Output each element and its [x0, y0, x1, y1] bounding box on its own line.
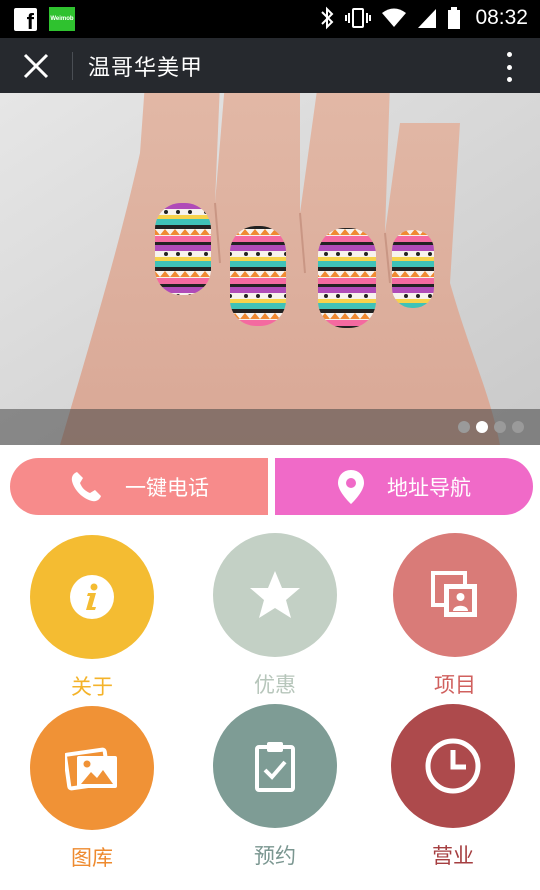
info-icon — [70, 575, 114, 619]
image-carousel[interactable] — [0, 93, 540, 445]
grid-label-booking: 预约 — [254, 844, 296, 868]
star-icon — [250, 571, 300, 618]
more-vertical-icon — [506, 52, 512, 57]
photos-icon — [431, 571, 477, 617]
carousel-dot[interactable] — [458, 421, 470, 433]
grid-item-booking[interactable]: 预约 — [210, 704, 340, 870]
carousel-indicator-bar — [0, 409, 540, 445]
weimob-icon: Weimob — [49, 7, 75, 31]
grid-label-hours: 营业 — [432, 844, 474, 868]
navigation-button[interactable]: 地址导航 — [275, 458, 533, 515]
carousel-dot-active[interactable] — [476, 421, 488, 433]
close-icon — [23, 53, 49, 79]
grid-label-services: 项目 — [434, 673, 476, 697]
status-time: 08:32 — [475, 6, 528, 29]
location-pin-icon — [338, 469, 364, 504]
grid-label-about: 关于 — [71, 675, 113, 699]
app-header: 温哥华美甲 — [0, 38, 540, 93]
phone-icon — [71, 471, 101, 501]
navigation-button-label: 地址导航 — [387, 475, 471, 500]
signal-icon — [418, 9, 437, 28]
offers-circle[interactable] — [213, 533, 337, 657]
hours-circle[interactable] — [391, 704, 515, 828]
grid-item-gallery[interactable]: 图库 — [27, 706, 157, 872]
status-bar: f Weimob 08:32 — [0, 0, 540, 38]
close-button[interactable] — [14, 48, 58, 84]
grid-item-services[interactable]: 项目 — [390, 533, 520, 699]
vibrate-icon — [345, 8, 372, 28]
gallery-icon — [65, 747, 117, 791]
header-divider — [72, 52, 73, 80]
grid-label-gallery: 图库 — [71, 846, 113, 870]
clipboard-check-icon — [255, 742, 295, 792]
grid-item-hours[interactable]: 营业 — [388, 704, 518, 870]
facebook-icon: f — [14, 7, 37, 31]
carousel-slide-image — [0, 93, 540, 445]
gallery-circle[interactable] — [30, 706, 154, 830]
carousel-dot[interactable] — [494, 421, 506, 433]
about-circle[interactable] — [30, 535, 154, 659]
more-button[interactable] — [504, 52, 514, 82]
call-button[interactable]: 一键电话 — [10, 458, 268, 515]
bluetooth-icon — [321, 6, 334, 30]
carousel-dot[interactable] — [512, 421, 524, 433]
battery-icon — [448, 7, 461, 29]
grid-item-offers[interactable]: 优惠 — [210, 533, 340, 699]
call-button-label: 一键电话 — [125, 475, 209, 500]
clock-icon — [425, 738, 481, 794]
grid-label-offers: 优惠 — [254, 673, 296, 697]
booking-circle[interactable] — [213, 704, 337, 828]
page-title: 温哥华美甲 — [88, 56, 204, 81]
wifi-icon — [382, 8, 407, 27]
services-circle[interactable] — [393, 533, 517, 657]
grid-item-about[interactable]: 关于 — [27, 535, 157, 701]
